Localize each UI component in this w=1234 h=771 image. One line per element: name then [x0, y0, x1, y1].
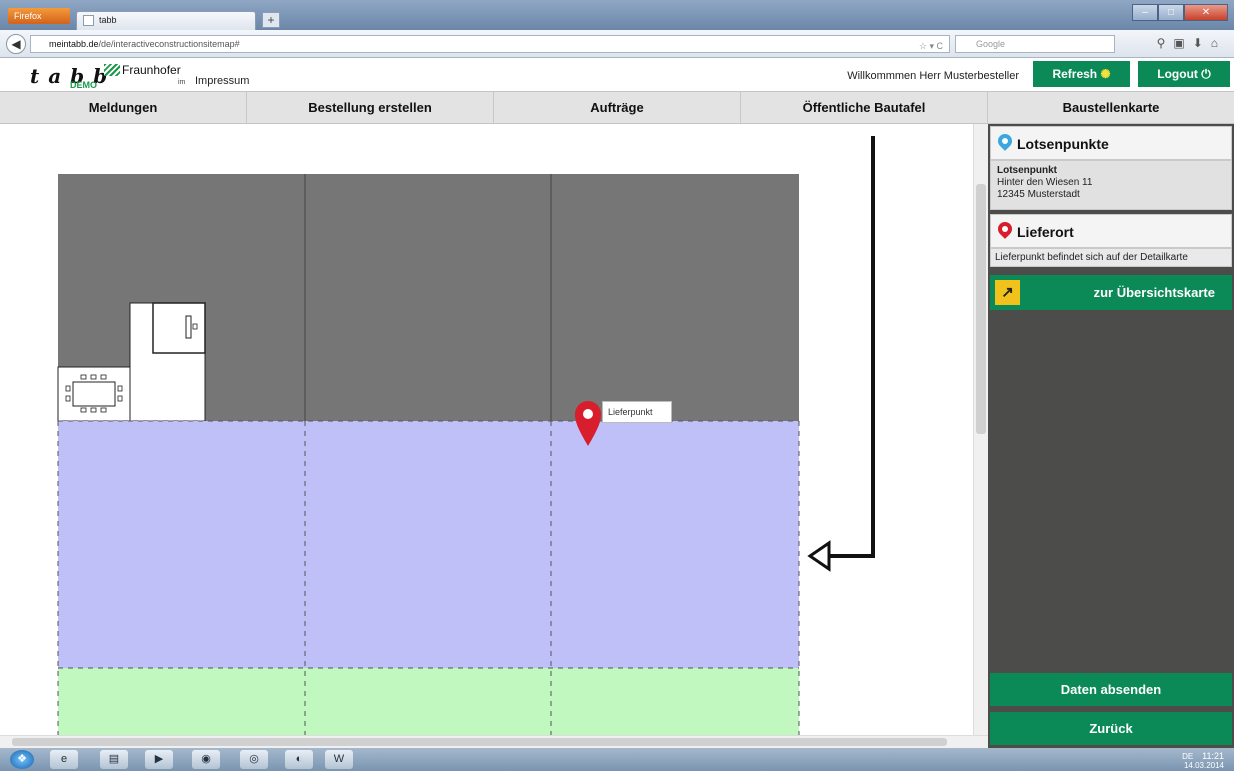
close-icon[interactable]: ✕ — [1184, 4, 1228, 21]
zone-blue-3 — [551, 421, 799, 668]
main-navigation: Meldungen Bestellung erstellen Aufträge … — [0, 91, 1234, 124]
lotsenpunkt-details: Lotsenpunkt Hinter den Wiesen 11 12345 M… — [990, 160, 1232, 210]
direction-arrow-icon — [807, 136, 875, 572]
url-host: meintabb.de — [49, 39, 99, 49]
uebersichtskarte-label: zur Übersichtskarte — [1093, 285, 1215, 300]
building-block-3 — [551, 174, 799, 421]
lotsenpunkte-title: Lotsenpunkte — [1017, 136, 1109, 152]
map-horizontal-scrollbar[interactable] — [0, 735, 988, 748]
tab-auftraege[interactable]: Aufträge — [494, 92, 741, 123]
map-vertical-scrollbar[interactable] — [973, 124, 988, 735]
app-header: t a b b DEMO Fraunhofer im Impressum Wil… — [0, 58, 1234, 91]
tab-bestellung-erstellen[interactable]: Bestellung erstellen — [247, 92, 494, 123]
vertical-scroll-thumb[interactable] — [976, 184, 986, 434]
blue-map-pin-icon — [995, 131, 1015, 151]
lotsenpunkt-name: Lotsenpunkt — [997, 165, 1057, 176]
clock-time[interactable]: 11:21 — [1202, 751, 1224, 761]
zone-green-3 — [551, 668, 799, 735]
url-bar[interactable]: meintabb.de/de/interactiveconstructionsi… — [30, 35, 950, 53]
lotsenpunkte-header: Lotsenpunkte — [990, 126, 1232, 160]
power-icon: ⏻ — [1201, 67, 1211, 81]
logout-button[interactable]: Logout ⏻ — [1138, 61, 1230, 87]
url-path: /de/interactiveconstructionsitemap# — [98, 39, 240, 49]
minimize-icon[interactable]: – — [1132, 4, 1158, 21]
demo-badge: DEMO — [70, 80, 97, 90]
browser-toolbar-icons[interactable]: ⚲▣⬇⌂ — [1157, 36, 1226, 50]
daten-absenden-button[interactable]: Daten absenden — [990, 673, 1232, 706]
refresh-label: Refresh — [1052, 67, 1098, 81]
tab-oeffentliche-bautafel[interactable]: Öffentliche Bautafel — [741, 92, 988, 123]
zone-green-1 — [58, 668, 305, 735]
browser-navbar: ◀ meintabb.de/de/interactiveconstruction… — [0, 30, 1234, 58]
tab-meldungen[interactable]: Meldungen — [0, 92, 247, 123]
refresh-icon: ✺ — [1100, 67, 1111, 81]
start-icon[interactable]: ❖ — [10, 750, 34, 769]
search-input[interactable]: Google — [955, 35, 1115, 53]
external-link-icon: ↗ — [995, 280, 1020, 305]
logout-label: Logout — [1157, 67, 1198, 81]
refresh-button[interactable]: Refresh ✺ — [1033, 61, 1130, 87]
lieferort-header: Lieferort — [990, 214, 1232, 248]
chrome-icon[interactable]: ◉ — [192, 750, 220, 769]
uebersichtskarte-button[interactable]: ↗ zur Übersichtskarte — [990, 275, 1232, 310]
zone-blue-1 — [58, 421, 305, 668]
impressum-prefix: im — [178, 79, 186, 86]
site-map[interactable]: Lieferpunkt — [0, 124, 988, 735]
tab-baustellenkarte[interactable]: Baustellenkarte — [988, 92, 1234, 123]
lieferort-details: Lieferpunkt befindet sich auf der Detail… — [990, 248, 1232, 267]
media-player-icon[interactable]: ▶ — [145, 750, 173, 769]
fraunhofer-logo-text: Fraunhofer — [122, 63, 181, 77]
horizontal-scroll-thumb[interactable] — [12, 738, 947, 746]
internet-explorer-icon[interactable]: e — [50, 750, 78, 769]
zurueck-button[interactable]: Zurück — [990, 712, 1232, 745]
firefox-icon[interactable]: ◐ — [285, 750, 313, 769]
word-icon[interactable]: W — [325, 750, 353, 769]
clock-date: 14.03.2014 — [1183, 761, 1224, 770]
impressum-link[interactable]: Impressum — [195, 75, 249, 87]
zone-green-2 — [305, 668, 551, 735]
language-indicator[interactable]: DE — [1182, 752, 1193, 761]
reload-icon[interactable]: ☆ ▾ C — [919, 38, 943, 54]
lotsenpunkt-street: Hinter den Wiesen 11 — [997, 177, 1093, 188]
tab-favicon-icon — [83, 15, 94, 26]
building-block-2 — [305, 174, 551, 421]
maximize-icon[interactable]: □ — [1158, 4, 1184, 21]
app-icon[interactable]: ◎ — [240, 750, 268, 769]
lieferort-title: Lieferort — [1017, 224, 1074, 240]
system-tray: DE 11:21 14.03.2014 — [1182, 751, 1224, 770]
firefox-menu-button[interactable]: Firefox — [8, 8, 70, 24]
browser-tab[interactable]: tabb — [76, 11, 256, 30]
windows-taskbar: ❖ e ▤ ▶ ◉ ◎ ◐ W DE 11:21 14.03.2014 — [0, 748, 1234, 771]
fraunhofer-logo-icon — [104, 64, 120, 76]
window-controls: – □ ✕ — [1132, 4, 1228, 21]
tab-title: tabb — [99, 15, 117, 25]
right-panel: Lotsenpunkte Lotsenpunkt Hinter den Wies… — [988, 124, 1234, 748]
browser-titlebar: Firefox tabb + – □ ✕ — [0, 0, 1234, 30]
back-arrow-icon[interactable]: ◀ — [6, 34, 26, 54]
new-tab-button[interactable]: + — [262, 12, 280, 28]
red-map-pin-icon — [995, 219, 1015, 239]
site-map-canvas[interactable] — [0, 124, 988, 735]
lieferpunkt-label: Lieferpunkt — [602, 401, 672, 423]
zone-blue-2 — [305, 421, 551, 668]
file-explorer-icon[interactable]: ▤ — [100, 750, 128, 769]
welcome-text: Willkommmen Herr Musterbesteller — [847, 70, 1019, 82]
lotsenpunkt-city: 12345 Musterstadt — [997, 189, 1080, 200]
